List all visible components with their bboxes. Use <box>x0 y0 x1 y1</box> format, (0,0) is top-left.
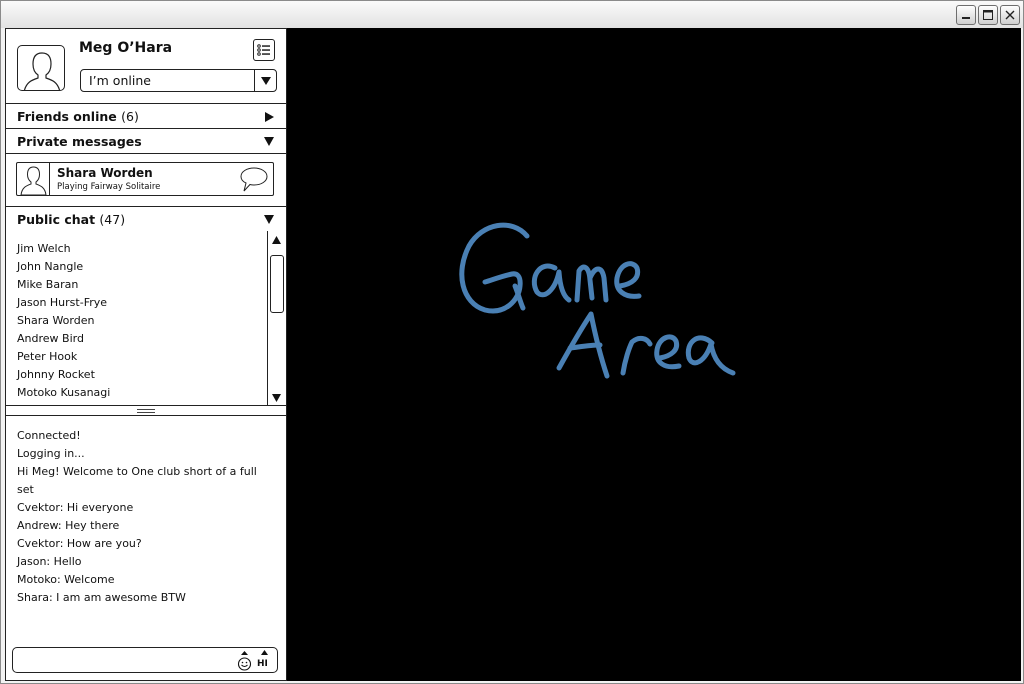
user-list-item[interactable]: Peter Hook <box>17 348 110 366</box>
friends-online-count: (6) <box>121 109 139 124</box>
pm-sender-status: Playing Fairway Solitaire <box>57 182 161 192</box>
chat-log: Connected! Logging in... Hi Meg! Welcome t… <box>17 427 257 607</box>
profile-name: Meg O’Hara <box>79 40 173 56</box>
grip-handle-icon <box>137 409 155 413</box>
chat-sidebar: Meg O’Hara I’m online Friends online (6)… <box>5 28 287 681</box>
user-list-item[interactable]: Jim Welch <box>17 240 110 258</box>
scroll-down-icon[interactable] <box>272 394 281 402</box>
user-list-item[interactable]: Jason Hurst-Frye <box>17 294 110 312</box>
triangle-down-icon <box>264 215 274 224</box>
status-dropdown-arrow[interactable] <box>254 70 276 91</box>
chat-message: Connected! <box>17 429 81 442</box>
status-value: I’m online <box>89 73 151 88</box>
user-list-item[interactable]: Mike Baran <box>17 276 110 294</box>
quick-phrase-label: HI <box>257 659 268 669</box>
chat-message: Hi Meg! Welcome to One club short of a f… <box>17 465 257 496</box>
public-chat-label: Public chat (47) <box>17 212 125 227</box>
pm-avatar <box>17 163 50 195</box>
triangle-right-icon <box>265 112 274 122</box>
chat-message: Shara: I am am awesome BTW <box>17 591 186 604</box>
smiley-icon[interactable] <box>237 651 252 671</box>
user-list-item[interactable]: John Nangle <box>17 258 110 276</box>
chat-message: Motoko: Welcome <box>17 573 115 586</box>
avatar[interactable] <box>17 45 65 91</box>
chat-message: Jason: Hello <box>17 555 82 568</box>
chat-message: Logging in... <box>17 447 85 460</box>
public-chat-count: (47) <box>99 212 126 227</box>
user-list-scrollbar[interactable] <box>267 231 286 405</box>
close-button[interactable] <box>1000 5 1020 25</box>
private-messages-label: Private messages <box>17 134 142 149</box>
public-chat-user-list: Jim Welch John Nangle Mike Baran Jason Hurs… <box>6 231 286 406</box>
status-dropdown[interactable]: I’m online <box>80 69 277 92</box>
maximize-icon <box>983 10 993 20</box>
user-list-item[interactable]: Johnny Rocket <box>17 366 110 384</box>
private-messages-panel: Shara Worden Playing Fairway Solitaire <box>6 154 286 207</box>
user-silhouette-icon <box>23 52 61 90</box>
chat-input-box[interactable]: HI <box>12 647 278 673</box>
triangle-down-icon <box>260 76 271 85</box>
user-list-items: Jim Welch John Nangle Mike Baran Jason Hurs… <box>17 240 110 402</box>
scroll-up-icon[interactable] <box>272 236 281 244</box>
speech-bubble-icon[interactable] <box>239 166 269 193</box>
private-messages-header[interactable]: Private messages <box>6 129 286 154</box>
public-chat-header[interactable]: Public chat (47) <box>6 207 286 232</box>
list-menu-icon <box>257 44 270 56</box>
quick-phrase-button[interactable]: HI <box>256 650 274 670</box>
triangle-down-icon <box>264 137 274 146</box>
maximize-button[interactable] <box>978 5 998 25</box>
user-list-item[interactable]: Motoko Kusanagi <box>17 384 110 402</box>
game-area[interactable] <box>287 28 1021 681</box>
user-list-item[interactable]: Shara Worden <box>17 312 110 330</box>
pane-splitter[interactable] <box>6 406 286 416</box>
friends-online-title: Friends online <box>17 109 117 124</box>
game-area-placeholder-art <box>459 222 736 379</box>
chat-message: Cvektor: How are you? <box>17 537 142 550</box>
scroll-thumb[interactable] <box>270 255 284 313</box>
minimize-icon <box>962 17 970 19</box>
user-list-item[interactable]: Andrew Bird <box>17 330 110 348</box>
user-silhouette-icon <box>20 166 47 195</box>
minimize-button[interactable] <box>956 5 976 25</box>
pm-sender-name: Shara Worden <box>57 166 153 180</box>
private-message-item[interactable]: Shara Worden Playing Fairway Solitaire <box>16 162 274 196</box>
friends-online-header[interactable]: Friends online (6) <box>6 104 286 129</box>
app-window: Meg O’Hara I’m online Friends online (6)… <box>0 0 1024 684</box>
title-bar <box>1 1 1023 28</box>
menu-button[interactable] <box>253 39 275 61</box>
triangle-up-icon <box>261 650 268 655</box>
friends-online-label: Friends online (6) <box>17 109 139 124</box>
chat-message: Andrew: Hey there <box>17 519 120 532</box>
profile-panel: Meg O’Hara I’m online <box>6 29 286 104</box>
chat-message: Cvektor: Hi everyone <box>17 501 134 514</box>
window-controls <box>956 5 1020 25</box>
public-chat-title: Public chat <box>17 212 96 227</box>
close-icon <box>1005 10 1015 20</box>
